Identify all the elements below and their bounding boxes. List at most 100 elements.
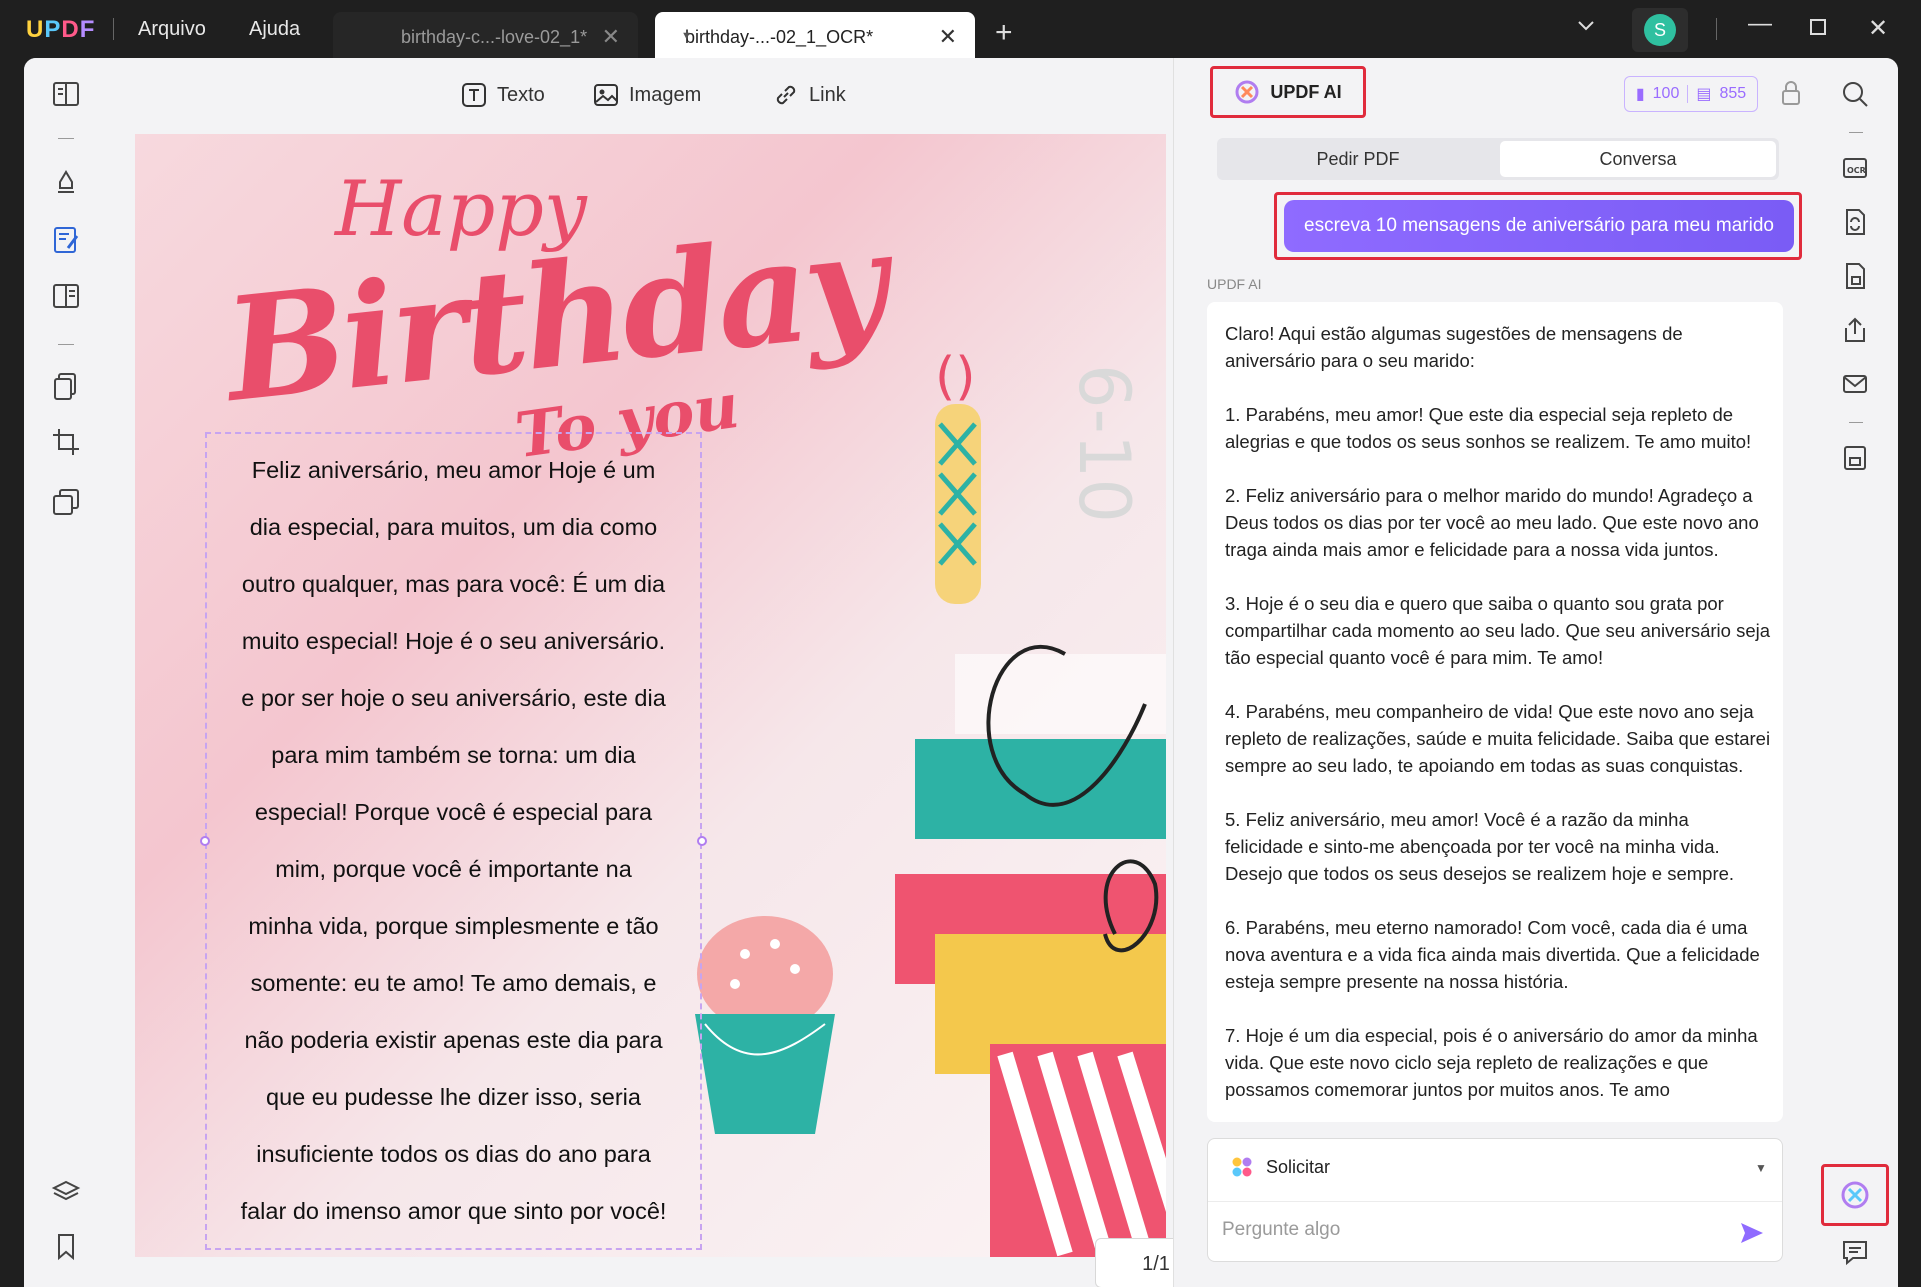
chevron-down-icon[interactable]: [1575, 14, 1597, 43]
bookmark-icon[interactable]: [50, 1230, 82, 1262]
link-icon: [776, 85, 796, 105]
comment-list-icon[interactable]: [1839, 1236, 1871, 1268]
close-icon[interactable]: ✕: [602, 24, 620, 50]
title-separator: [1716, 18, 1717, 40]
ai-panel-title: UPDF AI: [1210, 66, 1366, 118]
ocr-icon[interactable]: OCR: [1839, 152, 1871, 184]
left-toolbar: [24, 58, 108, 1287]
updf-ai-icon: [1841, 1181, 1869, 1209]
editor-area: Texto Imagem Link () 6-10 Happy Birthday…: [108, 58, 1173, 1287]
body-text[interactable]: Feliz aniversário, meu amor Hoje é um di…: [207, 442, 700, 1240]
toolbar-divider: [58, 138, 74, 139]
image-icon: [594, 84, 618, 106]
crop-icon[interactable]: [50, 426, 82, 458]
convert-icon[interactable]: [1839, 206, 1871, 238]
email-icon[interactable]: [1839, 368, 1871, 400]
page-tools-icon[interactable]: [50, 486, 82, 518]
reader-icon[interactable]: [50, 78, 82, 110]
avatar[interactable]: S: [1644, 14, 1676, 46]
lock-icon[interactable]: [1780, 80, 1802, 106]
response-paragraph: 4. Parabéns, meu companheiro de vida! Qu…: [1225, 701, 1771, 776]
tab-label: birthday-...-02_1_OCR*: [685, 26, 874, 47]
input-divider: [1208, 1201, 1782, 1202]
app-surface: Texto Imagem Link () 6-10 Happy Birthday…: [24, 58, 1898, 1287]
toolbar-divider: [58, 344, 74, 345]
edit-pdf-icon[interactable]: [50, 224, 82, 256]
minimize-icon[interactable]: —: [1748, 10, 1772, 38]
response-paragraph: 1. Parabéns, meu amor! Que este dia espe…: [1225, 404, 1752, 452]
response-paragraph: 7. Hoje é um dia especial, pois é o aniv…: [1225, 1025, 1758, 1100]
text-tool-label: Texto: [497, 83, 545, 106]
add-image-button[interactable]: Imagem: [593, 82, 701, 108]
highlighter-icon[interactable]: [50, 166, 82, 198]
layers-icon[interactable]: [50, 1176, 82, 1208]
text-line: Feliz aniversário, meu amor Hoje é um: [251, 457, 656, 483]
text-line: insuficiente todos os dias do ano para: [256, 1141, 651, 1167]
text-line: somente: eu te amo! Te amo demais, e: [250, 970, 657, 996]
add-tab-icon[interactable]: +: [995, 16, 1013, 50]
selected-text-box[interactable]: Feliz aniversário, meu amor Hoje é um di…: [200, 432, 707, 1250]
response-paragraph: 6. Parabéns, meu eterno namorado! Com vo…: [1225, 917, 1760, 992]
protect-icon[interactable]: [1839, 260, 1871, 292]
prompt-selector-label: Solicitar: [1266, 1156, 1331, 1177]
add-text-button[interactable]: Texto: [461, 82, 545, 108]
tab-pedir-pdf[interactable]: Pedir PDF: [1220, 141, 1496, 177]
organize-pages-icon[interactable]: [50, 370, 82, 402]
user-message-bubble[interactable]: escreva 10 mensagens de aniversário para…: [1284, 200, 1794, 252]
ai-credits[interactable]: ▮ 100 ▤ 855: [1624, 76, 1758, 112]
menu-arquivo[interactable]: Arquivo: [138, 18, 206, 41]
search-icon[interactable]: [1839, 78, 1871, 110]
document-credits: 100: [1652, 85, 1680, 102]
title-separator: [113, 18, 114, 40]
credits-divider: [1687, 85, 1689, 103]
ai-mode-switch: Pedir PDF Conversa: [1217, 138, 1779, 180]
ask-input[interactable]: Pergunte algo: [1222, 1219, 1340, 1241]
text-line: minha vida, porque simplesmente e tão: [248, 913, 659, 939]
prompt-selector[interactable]: Solicitar: [1230, 1155, 1330, 1179]
updf-ai-icon: [1235, 80, 1259, 104]
menu-ajuda[interactable]: Ajuda: [249, 18, 300, 41]
chevron-down-icon[interactable]: ▼: [681, 30, 692, 42]
text-line: dia especial, para muitos, um dia como: [249, 514, 658, 540]
right-toolbar: OCR: [1813, 58, 1898, 1287]
close-window-icon[interactable]: ✕: [1868, 14, 1888, 43]
title-bar: UPDF Arquivo Ajuda birthday-c...-love-02…: [0, 0, 1921, 62]
text-line: falar do imenso amor que sinto por você!: [240, 1198, 667, 1224]
maximize-icon[interactable]: [1808, 16, 1828, 44]
text-line: especial! Porque você é especial para: [254, 799, 653, 825]
send-icon[interactable]: [1738, 1219, 1766, 1247]
svg-text:(): (): [935, 347, 976, 407]
chevron-down-icon[interactable]: ▼: [1755, 1161, 1767, 1175]
tab-conversa[interactable]: Conversa: [1500, 141, 1776, 177]
text-line: para mim também se torna: um dia: [271, 742, 636, 768]
ai-response-bubble[interactable]: Claro! Aqui estão algumas sugestões de m…: [1207, 302, 1783, 1122]
link-tool-label: Link: [809, 83, 846, 106]
cake-illustration: () 6-10: [895, 347, 1166, 1257]
updf-ai-button[interactable]: [1821, 1164, 1889, 1226]
share-icon[interactable]: [1839, 314, 1871, 346]
app-window: UPDF Arquivo Ajuda birthday-c...-love-02…: [0, 0, 1921, 1287]
text-icon: [462, 83, 486, 107]
text-line: muito especial! Hoje é o seu aniversário…: [241, 628, 666, 654]
add-link-button[interactable]: Link: [773, 82, 846, 108]
pdf-page[interactable]: () 6-10 Happy Birthday To you Feliz aniv…: [135, 134, 1166, 1257]
tab-document-2[interactable]: ▼ birthday-...-02_1_OCR* ✕: [655, 12, 975, 62]
form-icon[interactable]: [50, 280, 82, 312]
response-paragraph: 5. Feliz aniversário, meu amor! Você é a…: [1225, 809, 1735, 884]
image-tool-label: Imagem: [629, 83, 702, 106]
tab-label: birthday-c...-love-02_1*: [401, 26, 588, 47]
ai-title-label: UPDF AI: [1270, 81, 1342, 102]
prompt-dots-icon: [1232, 1157, 1252, 1177]
save-icon[interactable]: [1839, 442, 1871, 474]
close-icon[interactable]: ✕: [939, 24, 957, 50]
chat-credits: 855: [1719, 85, 1747, 102]
response-paragraph: 2. Feliz aniversário para o melhor marid…: [1225, 485, 1759, 560]
ai-response-text: Claro! Aqui estão algumas sugestões de m…: [1225, 320, 1771, 1122]
ai-response-label: UPDF AI: [1207, 276, 1262, 292]
edit-toolbar: Texto Imagem Link: [108, 58, 1173, 133]
text-line: outro qualquer, mas para você: É um dia: [241, 571, 666, 597]
updf-logo: UPDF: [26, 16, 96, 43]
chat-credit-icon: ▤: [1696, 86, 1712, 103]
tab-document-1[interactable]: birthday-c...-love-02_1* ✕: [333, 12, 638, 62]
toolbar-divider: [1849, 132, 1863, 133]
